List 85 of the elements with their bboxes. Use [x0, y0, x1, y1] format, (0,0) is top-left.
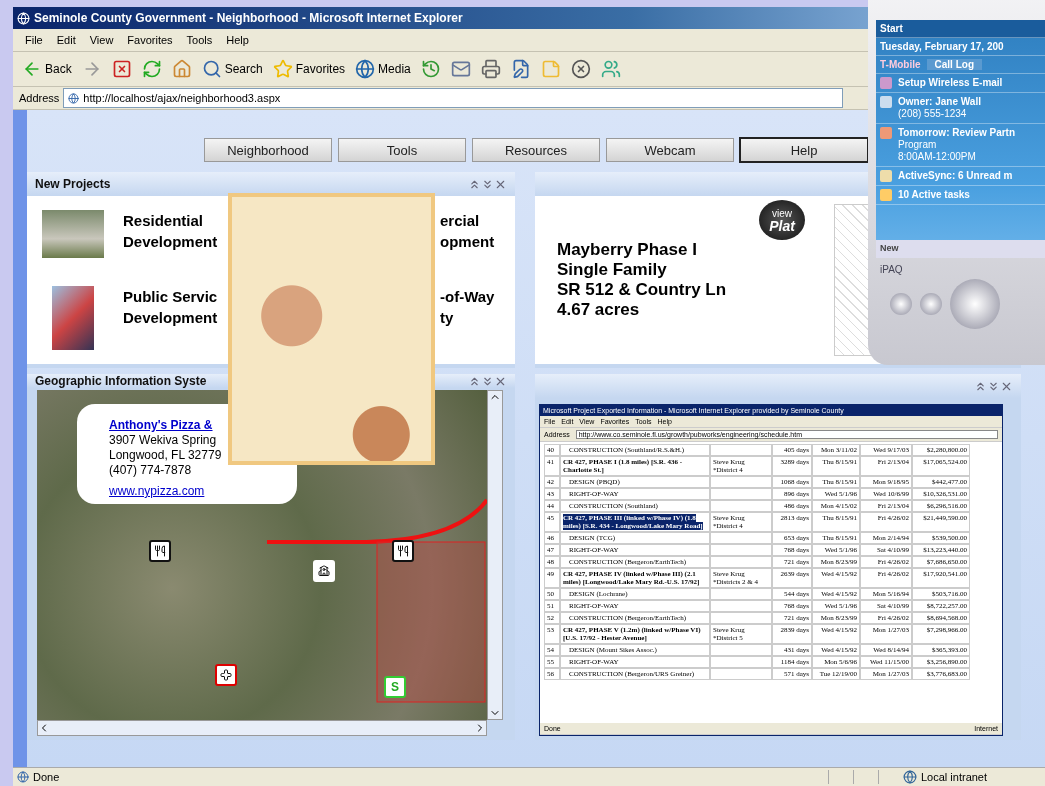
project-link[interactable]: Residential Development — [104, 210, 228, 258]
table-cell — [710, 544, 772, 556]
project-summary: Mayberry Phase I Single Family SR 512 & Country Ln 4.67 acres — [557, 240, 728, 320]
table-cell — [710, 444, 772, 456]
page-icon — [17, 771, 29, 783]
media-icon — [355, 59, 376, 79]
project-link[interactable]: Public Servic Development — [104, 286, 228, 350]
panel-title: New Projects — [35, 177, 111, 191]
home-icon — [171, 59, 192, 79]
table-cell — [710, 556, 772, 568]
address-line: 3907 Wekiva Spring — [109, 433, 218, 448]
project-link[interactable]: -of-Way ty — [438, 286, 515, 350]
table-cell — [710, 500, 772, 512]
note-icon — [540, 59, 561, 79]
table-cell — [710, 668, 772, 680]
vertical-scrollbar[interactable] — [487, 390, 503, 720]
favorites-icon — [272, 59, 293, 79]
item-icon — [880, 189, 892, 201]
menu-item[interactable]: File — [19, 33, 49, 47]
zone-text: Local intranet — [921, 771, 989, 783]
refresh-icon — [141, 59, 162, 79]
project-photo — [42, 210, 104, 258]
table-cell — [710, 488, 772, 500]
address-line: (407) 774-7878 — [109, 463, 193, 478]
menu-item[interactable]: View — [83, 33, 120, 47]
project-photo — [52, 286, 94, 350]
favorites-button[interactable]: Favorites — [269, 57, 349, 81]
mail-icon — [450, 59, 471, 79]
menu-item[interactable]: Tools — [180, 33, 219, 47]
brand-label: iPAQ — [880, 264, 904, 275]
nav-button[interactable]: Neighborhood — [204, 138, 332, 162]
table-cell — [710, 532, 772, 544]
project-link[interactable]: ercial opment — [438, 210, 515, 258]
softkey-label[interactable]: New — [880, 243, 899, 253]
page-icon — [68, 92, 80, 104]
status-text: Done — [33, 771, 61, 783]
today-item[interactable]: Setup Wireless E-mail — [898, 77, 1003, 89]
print-icon — [480, 59, 501, 79]
search-button[interactable]: Search — [198, 57, 266, 81]
block-icon — [570, 59, 591, 79]
browser-icon — [17, 11, 30, 25]
map-marker[interactable] — [149, 540, 171, 562]
menu-item[interactable]: Help — [220, 33, 255, 47]
back-button[interactable]: Back — [19, 57, 75, 81]
address-line: Longwood, FL 32779 — [109, 448, 223, 463]
nav-button[interactable]: Help — [740, 138, 868, 162]
stop-icon — [111, 59, 132, 79]
website-link[interactable]: www.nypizza.com — [109, 484, 205, 499]
item-icon — [880, 170, 892, 182]
table-cell — [710, 644, 772, 656]
navigation-pad[interactable] — [950, 279, 1000, 329]
horizontal-scrollbar[interactable] — [37, 720, 487, 736]
menu-item[interactable]: Edit — [50, 33, 82, 47]
panel-title: Geographic Information Syste — [35, 374, 207, 388]
nav-button[interactable]: Resources — [472, 138, 600, 162]
table-cell — [710, 476, 772, 488]
table-cell — [710, 612, 772, 624]
place-link[interactable]: Anthony's Pizza & — [109, 418, 213, 432]
map-marker[interactable] — [392, 540, 414, 562]
view-plat-badge[interactable]: view Plat — [759, 200, 805, 240]
table-cell — [710, 656, 772, 668]
window-title: Seminole County Government - Neighborhood - Microsoft Internet Explorer — [34, 11, 463, 25]
carrier-text: T-Mobile — [880, 59, 921, 70]
map-marker[interactable] — [215, 664, 237, 686]
zone-icon — [903, 770, 917, 784]
marker-icon — [397, 545, 409, 557]
nav-button[interactable]: Tools — [338, 138, 466, 162]
nav-button[interactable]: Webcam — [606, 138, 734, 162]
media-button[interactable]: Media — [352, 57, 414, 81]
start-menu[interactable]: Start — [880, 23, 903, 34]
item-icon — [880, 127, 892, 139]
item-icon — [880, 96, 892, 108]
date-text: Tuesday, February 17, 200 — [880, 41, 1004, 52]
marker-icon — [318, 565, 330, 577]
search-icon — [201, 59, 222, 79]
address-field[interactable]: http://localhost/ajax/neighborhood3.aspx — [63, 88, 844, 108]
history-icon — [420, 59, 441, 79]
address-label: Address — [19, 92, 60, 104]
menu-item[interactable]: Favorites — [121, 33, 179, 47]
marker-icon — [154, 545, 166, 557]
marker-icon — [220, 669, 232, 681]
table-cell — [710, 600, 772, 612]
messenger-icon — [600, 59, 621, 79]
item-icon — [880, 77, 892, 89]
table-cell — [710, 588, 772, 600]
